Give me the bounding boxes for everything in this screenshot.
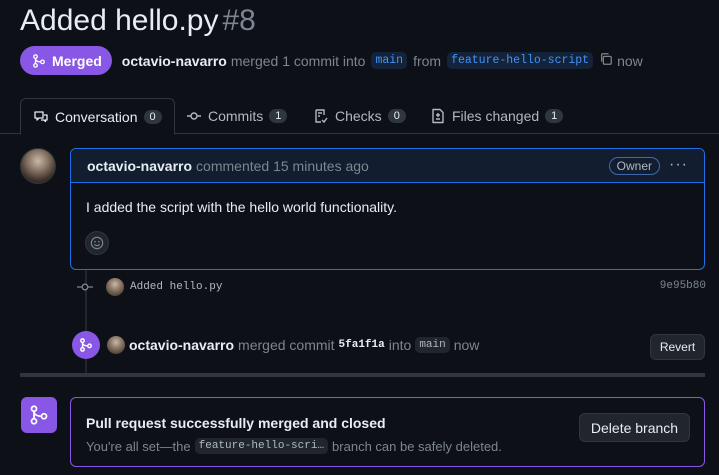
add-reaction-button[interactable] — [85, 231, 109, 255]
kebab-menu-icon[interactable]: ··· — [669, 156, 688, 174]
pr-title: Added hello.py #8 — [20, 4, 256, 38]
comment-body: I added the script with the hello world … — [86, 199, 398, 215]
git-merge-icon — [30, 405, 48, 425]
pr-tabs: Conversation 0 Commits 1 Checks 0 Files … — [0, 98, 719, 135]
pr-author-link[interactable]: octavio-navarro — [122, 53, 227, 69]
revert-button[interactable]: Revert — [650, 334, 705, 360]
base-branch-link[interactable]: main — [371, 52, 408, 69]
merge-author-link[interactable]: octavio-navarro — [129, 337, 234, 353]
delete-branch-button[interactable]: Delete branch — [579, 413, 690, 442]
merged-status-icon — [21, 397, 57, 433]
pr-title-text: Added hello.py — [20, 4, 219, 37]
pr-number: #8 — [222, 4, 256, 37]
comment-box: octavio-navarro commented 15 minutes ago… — [70, 148, 705, 270]
comment-author-link[interactable]: octavio-navarro — [87, 158, 192, 174]
tab-conversation-count: 0 — [143, 109, 162, 124]
tab-conversation[interactable]: Conversation 0 — [20, 98, 175, 135]
timeline-divider — [20, 373, 705, 377]
tab-checks-label: Checks — [335, 108, 382, 124]
merged-state-label: Merged — [52, 52, 102, 69]
tab-files-changed-count: 1 — [545, 109, 564, 123]
pr-merge-text: merged 1 commit into — [230, 52, 366, 69]
merge-event-time: now — [453, 337, 480, 353]
pr-time: now — [617, 52, 643, 69]
tab-files-changed[interactable]: Files changed 1 — [430, 98, 564, 134]
tab-checks[interactable]: Checks 0 — [313, 98, 406, 134]
pr-meta: Merged octavio-navarro merged 1 commit i… — [20, 46, 643, 75]
git-commit-icon — [77, 283, 93, 291]
merge-event-text: merged commit — [238, 337, 335, 353]
head-branch-link[interactable]: feature-hello-script — [447, 52, 594, 69]
commit-sha-link[interactable]: 9e95b80 — [660, 280, 706, 292]
commit-message-link[interactable]: Added hello.py — [130, 281, 222, 293]
merged-status-box: Pull request successfully merged and clo… — [70, 397, 705, 467]
merge-event-into: into — [388, 337, 412, 353]
merged-state-badge: Merged — [20, 46, 112, 75]
merged-status-text-after: branch can be safely deleted. — [332, 438, 502, 454]
avatar[interactable] — [20, 148, 56, 184]
pr-from-text: from — [413, 52, 442, 69]
git-merge-icon — [80, 338, 92, 352]
tab-checks-count: 0 — [387, 109, 406, 123]
comment-discussion-icon — [34, 110, 48, 122]
merge-event: octavio-navarro merged commit 5fa1f1a in… — [107, 335, 479, 355]
commit-row: Added hello.py 9e95b80 — [76, 276, 706, 298]
file-diff-icon — [432, 108, 444, 124]
tab-commits-label: Commits — [208, 108, 264, 124]
tab-commits[interactable]: Commits 1 — [186, 98, 288, 134]
git-merge-icon — [33, 53, 45, 68]
copy-icon[interactable] — [599, 52, 613, 69]
merged-head-branch[interactable]: feature-hello-scri… — [194, 438, 329, 454]
merged-status-text-before: You're all set—the — [86, 438, 191, 454]
commit-author-avatar[interactable] — [106, 278, 124, 296]
merge-target-branch[interactable]: main — [415, 337, 450, 353]
comment-timestamp[interactable]: commented 15 minutes ago — [196, 158, 369, 174]
merged-status-title: Pull request successfully merged and clo… — [86, 415, 386, 431]
checklist-icon — [315, 109, 328, 124]
tab-files-changed-label: Files changed — [452, 108, 540, 124]
tab-conversation-label: Conversation — [55, 108, 138, 125]
owner-badge: Owner — [608, 157, 660, 175]
merged-status-text: You're all set—the feature-hello-scri… b… — [86, 438, 502, 454]
merge-commit-sha-link[interactable]: 5fa1f1a — [339, 339, 385, 351]
tab-commits-count: 1 — [269, 109, 288, 123]
git-commit-icon — [187, 112, 201, 120]
smiley-icon — [90, 236, 104, 250]
merge-author-avatar[interactable] — [107, 336, 125, 354]
merge-event-icon — [72, 331, 100, 359]
